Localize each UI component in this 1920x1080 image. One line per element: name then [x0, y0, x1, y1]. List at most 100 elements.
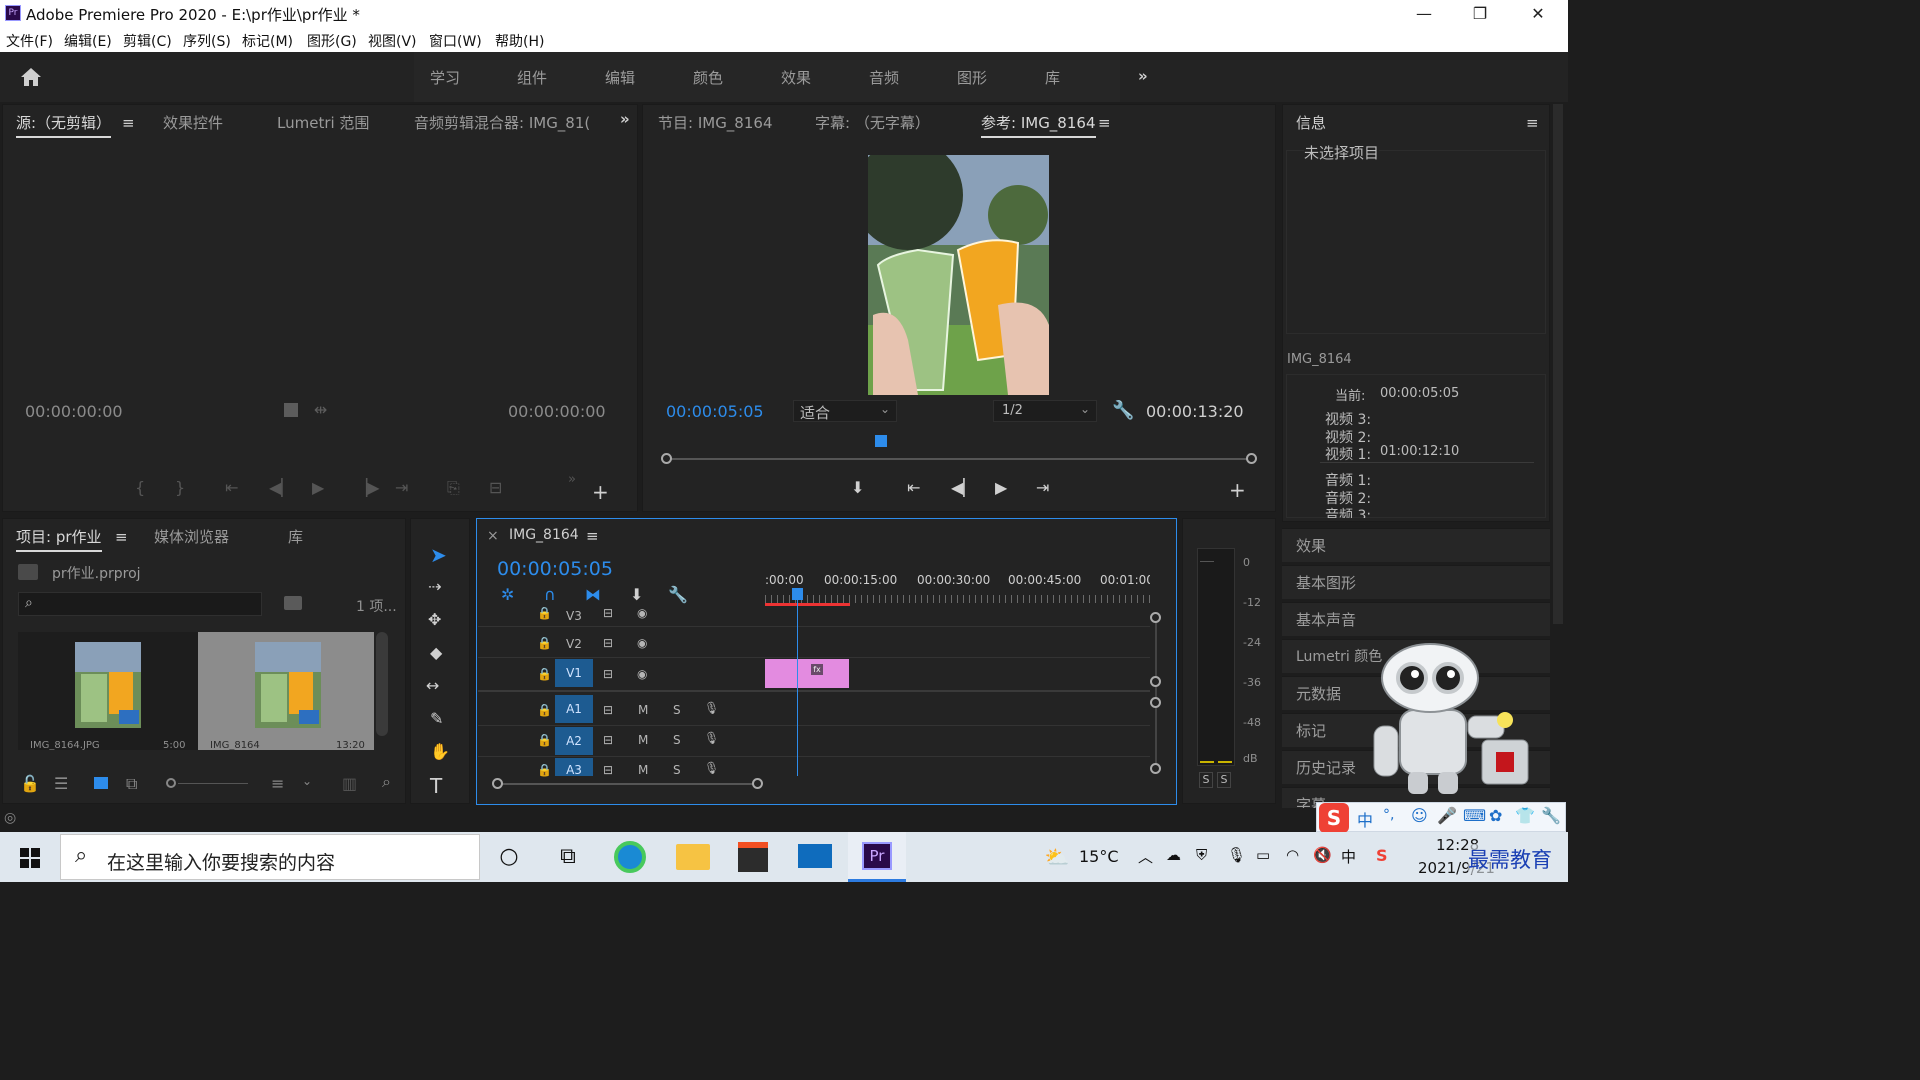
add-marker-icon[interactable]: ⬇ [630, 585, 643, 604]
program-menu-icon[interactable]: ≡ [1098, 114, 1111, 132]
microphone-icon[interactable]: 🎙 [704, 701, 719, 715]
go-to-in-icon[interactable]: ⇤ [225, 478, 238, 497]
tab-program[interactable]: 节目: IMG_8164 [658, 112, 773, 133]
overwrite-icon[interactable]: ⊟ [489, 478, 502, 497]
ruler-ticks[interactable] [765, 595, 1150, 603]
zoom-left-handle[interactable] [661, 453, 672, 464]
project-scrollbar[interactable] [376, 632, 388, 736]
sogou-logo-icon[interactable]: S [1319, 803, 1349, 833]
menu-view[interactable]: 视图(V) [368, 31, 417, 51]
play-stop-icon[interactable]: ▶ [995, 478, 1007, 497]
new-bin-from-search-icon[interactable] [284, 596, 302, 610]
tab-lumetri-scopes[interactable]: Lumetri 范围 [277, 112, 369, 133]
sort-icon[interactable]: ≡ [271, 774, 284, 793]
microphone-icon[interactable]: 🎙 [1227, 846, 1246, 864]
store-icon[interactable] [738, 842, 768, 872]
timeline-timecode[interactable]: 00:00:05:05 [497, 558, 613, 580]
workspace-color[interactable]: 颜色 [693, 67, 723, 88]
scroll-handle[interactable] [1150, 612, 1161, 623]
mark-in-icon[interactable]: { [135, 478, 145, 497]
track-label-v3[interactable]: V3 [566, 609, 582, 623]
ripple-edit-tool-icon[interactable]: ✥ [428, 610, 441, 629]
battery-icon[interactable]: ▭ [1256, 846, 1270, 864]
eye-icon[interactable]: ◉ [637, 606, 647, 620]
toggle-sync-icon[interactable]: ⊟ [603, 763, 613, 777]
go-to-out-point-icon[interactable]: ⇥ [1036, 478, 1049, 497]
timeline-clip-v1[interactable]: fx [765, 659, 849, 688]
more-buttons-icon[interactable]: » [568, 472, 576, 487]
windows-start-icon[interactable] [20, 848, 40, 868]
tab-source[interactable]: 源:（无剪辑） [16, 112, 112, 138]
solo-button[interactable]: S [673, 763, 681, 777]
solo-button[interactable]: S [673, 733, 681, 747]
resolution-dropdown[interactable]: 1/2 ⌄ [993, 400, 1097, 422]
more-workspaces-icon[interactable]: » [1138, 67, 1148, 85]
add-button-icon[interactable]: + [592, 480, 609, 504]
panel-essential-graphics[interactable]: 基本图形 [1282, 565, 1550, 599]
skin-icon[interactable]: ✿ [1489, 806, 1502, 825]
keyboard-icon[interactable]: ⌨ [1463, 806, 1486, 825]
step-forward-icon[interactable]: ▕▶ [355, 478, 380, 497]
workspace-editing[interactable]: 编辑 [605, 67, 635, 88]
selection-tool-icon[interactable]: ➤ [430, 543, 447, 567]
file-explorer-icon[interactable] [676, 844, 710, 870]
menu-help[interactable]: 帮助(H) [495, 31, 544, 51]
mute-button[interactable]: M [638, 703, 648, 717]
freeform-view-icon[interactable]: ⧉ [126, 774, 137, 794]
mute-button[interactable]: M [638, 733, 648, 747]
source-timecode-out[interactable]: 00:00:00:00 [508, 402, 606, 421]
toggle-sync-icon[interactable]: ⊟ [603, 636, 613, 650]
toggle-sync-icon[interactable]: ⊟ [603, 667, 613, 681]
workspace-assembly[interactable]: 组件 [517, 67, 547, 88]
workspace-graphics[interactable]: 图形 [957, 67, 987, 88]
weather-icon[interactable]: ⛅ [1040, 840, 1074, 874]
scroll-handle[interactable] [1150, 697, 1161, 708]
microphone-icon[interactable]: 🎤 [1437, 806, 1457, 825]
tab-media-browser[interactable]: 媒体浏览器 [154, 526, 229, 547]
ime-indicator[interactable]: 中 [1341, 846, 1356, 867]
step-back-icon[interactable]: ◀▏ [269, 478, 294, 497]
track-lock-icon[interactable]: 🔒 [537, 667, 552, 681]
program-playhead[interactable] [875, 435, 887, 447]
zoom-slider-handle[interactable] [166, 778, 176, 788]
close-button[interactable]: ✕ [1518, 2, 1558, 26]
meter-solo-left-button[interactable]: S [1199, 772, 1213, 788]
timeline-horizontal-scroll[interactable] [497, 783, 757, 785]
timeline-sequence-name[interactable]: IMG_8164 [509, 527, 579, 543]
workspace-learn[interactable]: 学习 [430, 67, 460, 88]
panel-effects[interactable]: 效果 [1282, 528, 1550, 562]
track-label-v1[interactable]: V1 [555, 659, 593, 687]
drag-video-icon[interactable] [284, 403, 298, 417]
linked-selection-icon[interactable]: ⧓ [585, 585, 601, 604]
scroll-handle[interactable] [492, 778, 503, 789]
slip-tool-icon[interactable]: ↔ [426, 676, 439, 695]
track-label-a2[interactable]: A2 [555, 727, 593, 755]
play-icon[interactable]: ▶ [312, 478, 324, 497]
cortana-icon[interactable]: ○ [492, 840, 526, 874]
track-lock-icon[interactable]: 🔒 [537, 636, 552, 650]
track-label-a3[interactable]: A3 [555, 758, 593, 776]
mute-button[interactable]: M [638, 763, 648, 777]
workspace-libraries[interactable]: 库 [1045, 67, 1060, 88]
workspace-effects[interactable]: 效果 [781, 67, 811, 88]
automate-to-sequence-icon[interactable]: ▥ [342, 774, 357, 793]
menu-graphics[interactable]: 图形(G) [307, 31, 357, 51]
toggle-sync-icon[interactable]: ⊟ [603, 733, 613, 747]
project-item-selected[interactable]: IMG_8164 13:20 [198, 632, 374, 750]
solo-button[interactable]: S [673, 703, 681, 717]
insert-icon[interactable]: ⎘ [447, 478, 460, 498]
microphone-icon[interactable]: 🎙 [704, 761, 719, 775]
project-search-input[interactable]: ⌕ [18, 592, 262, 616]
premiere-taskbar-button[interactable]: Pr [848, 832, 906, 882]
track-lock-icon[interactable]: 🔒 [537, 606, 552, 620]
info-menu-icon[interactable]: ≡ [1526, 114, 1539, 132]
source-timecode-in[interactable]: 00:00:00:00 [25, 402, 123, 421]
menu-edit[interactable]: 编辑(E) [64, 31, 112, 51]
scroll-handle[interactable] [1150, 676, 1161, 687]
track-lock-icon[interactable]: 🔒 [537, 763, 552, 777]
program-add-button-icon[interactable]: + [1229, 478, 1246, 502]
volume-icon[interactable]: 🔇 [1313, 846, 1332, 864]
project-menu-icon[interactable]: ≡ [115, 528, 128, 546]
razor-tool-icon[interactable]: ◆ [430, 643, 442, 662]
track-label-a1[interactable]: A1 [555, 695, 593, 723]
